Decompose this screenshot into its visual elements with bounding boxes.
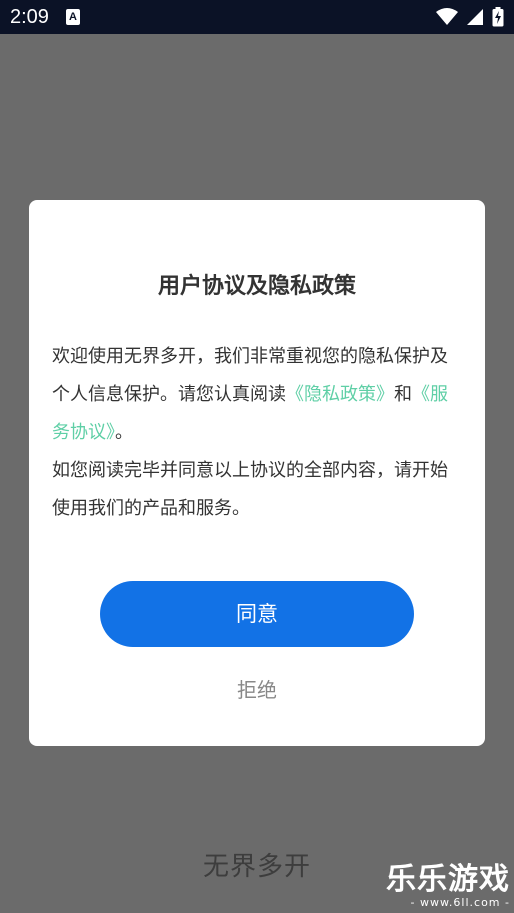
privacy-dialog: 用户协议及隐私政策 欢迎使用无界多开，我们非常重视您的隐私保护及个人信息保护。请… [29, 200, 485, 746]
refuse-button[interactable]: 拒绝 [157, 670, 357, 710]
body-period: 。 [115, 422, 133, 443]
signal-icon [466, 8, 484, 26]
status-bar: 2:09 A [0, 0, 514, 34]
agree-button[interactable]: 同意 [100, 581, 414, 647]
battery-icon [492, 7, 504, 27]
wifi-icon [436, 8, 458, 26]
notification-icon: A [66, 9, 80, 25]
watermark-sub: - www.6ll.com - [410, 896, 510, 909]
watermark-logo: 乐乐游戏 - www.6ll.com - [386, 863, 510, 909]
privacy-policy-link[interactable]: 《隐私政策》 [286, 384, 394, 405]
body-second: 如您阅读完毕并同意以上协议的全部内容，请开始使用我们的产品和服务。 [52, 460, 448, 519]
status-time: 2:09 [10, 6, 49, 28]
body-connector: 和 [394, 384, 412, 405]
dialog-title: 用户协议及隐私政策 [157, 274, 356, 299]
watermark-main: 乐乐游戏 [386, 862, 510, 897]
status-icons [436, 6, 504, 28]
dialog-body: 欢迎使用无界多开，我们非常重视您的隐私保护及个人信息保护。请您认真阅读《隐私政策… [52, 338, 462, 528]
